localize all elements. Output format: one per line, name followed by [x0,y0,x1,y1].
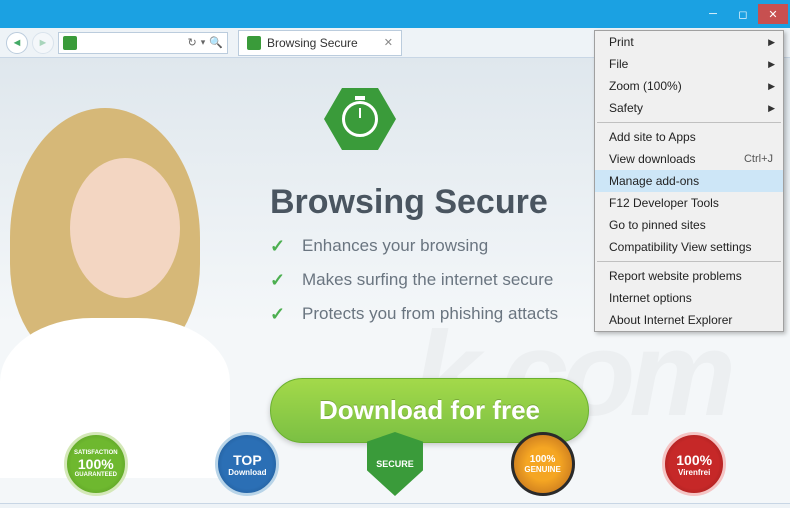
menu-item-compat-view[interactable]: Compatibility View settings [595,236,783,258]
check-icon: ✓ [270,304,292,326]
feature-text: Makes surfing the internet secure [302,270,553,290]
back-button[interactable]: ◄ [6,32,28,54]
menu-item-pinned-sites[interactable]: Go to pinned sites [595,214,783,236]
menu-item-add-site-to-apps[interactable]: Add site to Apps [595,126,783,148]
address-bar[interactable]: ↻ ▾ 🔍 [58,32,228,54]
badge-secure: SECURE [367,432,423,496]
tab-title: Browsing Secure [267,36,358,50]
check-icon: ✓ [270,270,292,292]
browser-tab[interactable]: Browsing Secure ✕ [238,30,402,56]
tools-menu: Print▶ File▶ Zoom (100%)▶ Safety▶ Add si… [594,30,784,332]
feature-text: Protects you from phishing attacts [302,304,558,324]
menu-item-f12-tools[interactable]: F12 Developer Tools [595,192,783,214]
shortcut-label: Ctrl+J [744,153,773,165]
feature-item: ✓ Protects you from phishing attacts [270,304,558,326]
menu-item-report-problems[interactable]: Report website problems [595,265,783,287]
badge-satisfaction: SATISFACTION 100% GUARANTEED [64,432,128,496]
badge-virenfrei: 100% Virenfrei [662,432,726,496]
feature-text: Enhances your browsing [302,236,488,256]
window-titlebar: ─ ◻ ✕ [0,0,790,28]
menu-separator [597,261,781,262]
tab-close-icon[interactable]: ✕ [384,36,393,49]
dropdown-icon[interactable]: ▾ [201,37,206,48]
menu-item-manage-addons[interactable]: Manage add-ons [595,170,783,192]
submenu-arrow-icon: ▶ [768,81,775,92]
stopwatch-icon [342,101,378,137]
menu-item-safety[interactable]: Safety▶ [595,97,783,119]
tab-favicon [247,36,261,50]
menu-separator [597,122,781,123]
menu-item-about-ie[interactable]: About Internet Explorer [595,309,783,331]
page-headline: Browsing Secure [270,183,548,222]
menu-item-zoom[interactable]: Zoom (100%)▶ [595,75,783,97]
status-bar [0,503,790,508]
trust-badges-row: SATISFACTION 100% GUARANTEED TOP Downloa… [0,429,790,499]
minimize-button[interactable]: ─ [698,4,728,24]
submenu-arrow-icon: ▶ [768,103,775,114]
maximize-button[interactable]: ◻ [728,4,758,24]
forward-button[interactable]: ► [32,32,54,54]
product-logo [324,88,396,168]
feature-item: ✓ Enhances your browsing [270,236,558,258]
close-button[interactable]: ✕ [758,4,788,24]
site-favicon [63,36,77,50]
feature-item: ✓ Makes surfing the internet secure [270,270,558,292]
search-icon[interactable]: 🔍 [209,36,223,49]
menu-item-print[interactable]: Print▶ [595,31,783,53]
badge-top-download: TOP Download [215,432,279,496]
menu-item-view-downloads[interactable]: View downloadsCtrl+J [595,148,783,170]
badge-genuine: 100% GENUINE [511,432,575,496]
check-icon: ✓ [270,236,292,258]
refresh-icon[interactable]: ↻ [188,36,197,49]
menu-item-internet-options[interactable]: Internet options [595,287,783,309]
menu-item-file[interactable]: File▶ [595,53,783,75]
hero-image-woman [0,98,240,448]
submenu-arrow-icon: ▶ [768,59,775,70]
submenu-arrow-icon: ▶ [768,37,775,48]
feature-list: ✓ Enhances your browsing ✓ Makes surfing… [270,236,558,326]
